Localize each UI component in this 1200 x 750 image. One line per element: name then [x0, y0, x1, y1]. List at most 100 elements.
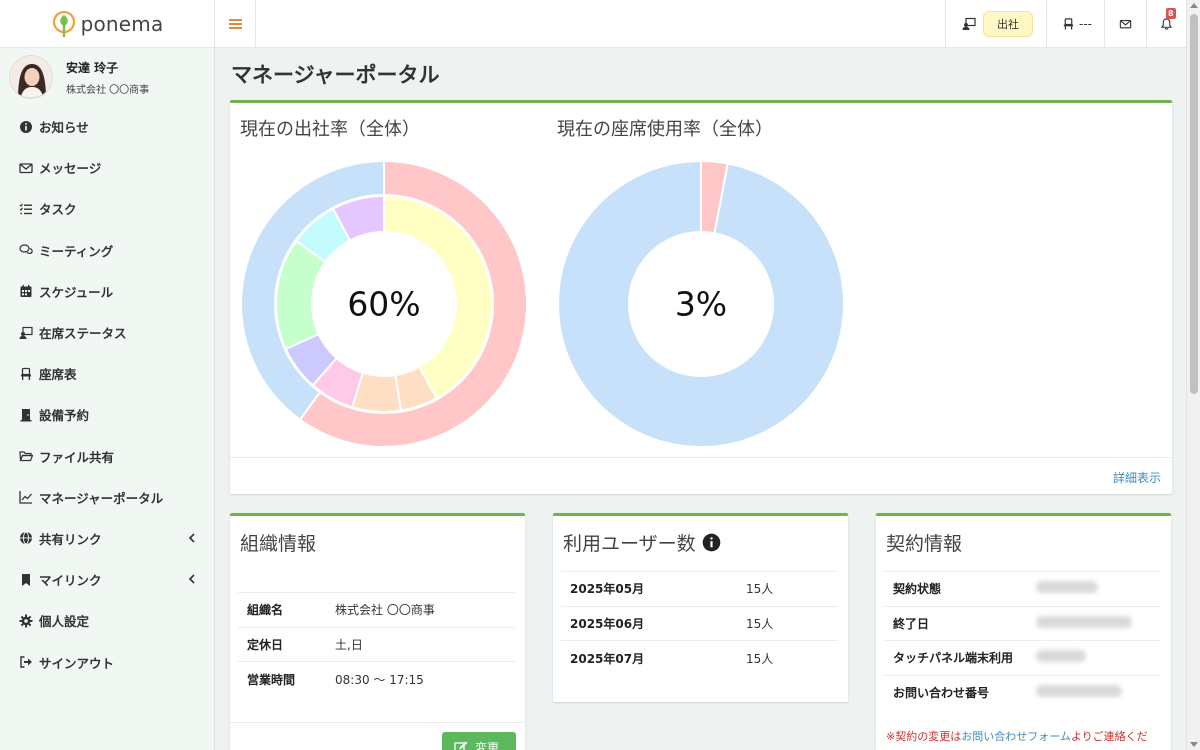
- detail-link[interactable]: 詳細表示: [1113, 469, 1161, 486]
- avatar: [9, 55, 53, 99]
- sidebar-item-seat-map[interactable]: 座席表: [0, 353, 214, 394]
- inquiry-form-link[interactable]: お問い合わせフォーム: [961, 730, 1071, 743]
- page-title: マネージャーポータル: [231, 63, 440, 87]
- calendar-icon: [19, 284, 33, 298]
- sidebar-nav: お知らせ メッセージ タスク ミーティング スケジュール 在席ステータス 座席表: [0, 106, 214, 683]
- ponema-logo-icon: [52, 10, 75, 37]
- folder-icon: [19, 449, 33, 463]
- presence-status-button[interactable]: 出社: [945, 0, 1046, 48]
- user-count-card: 利用ユーザー数 2025年05月 15人 2025年06月 15人 2025年0…: [553, 513, 848, 702]
- seat-status-button[interactable]: ---: [1046, 0, 1104, 48]
- org-info-table: 組織名 株式会社 〇〇商事 定休日 土,日 営業時間 08:30 〜 17:15: [238, 592, 515, 696]
- table-row: 2025年05月 15人: [561, 571, 838, 606]
- info-circle-icon[interactable]: [702, 533, 721, 552]
- sidebar-item-facility[interactable]: 設備予約: [0, 394, 214, 435]
- change-org-button[interactable]: 変更: [442, 732, 516, 750]
- sidebar-item-settings[interactable]: 個人設定: [0, 600, 214, 641]
- sidebar-item-tasks[interactable]: タスク: [0, 188, 214, 229]
- bell-icon: [1160, 18, 1173, 30]
- brand[interactable]: ponema: [0, 0, 214, 48]
- edit-icon: [454, 741, 468, 750]
- sidebar-item-files[interactable]: ファイル共有: [0, 436, 214, 477]
- sidebar-item-label: メッセージ: [39, 161, 102, 177]
- scrollbar-thumb[interactable]: [1190, 14, 1198, 394]
- notifications-button[interactable]: 8: [1146, 0, 1186, 48]
- end-date-value: [1036, 605, 1161, 641]
- sidebar-item-my-links[interactable]: マイリンク: [0, 559, 214, 600]
- hamburger-icon: [228, 19, 242, 29]
- table-row: 組織名 株式会社 〇〇商事: [238, 592, 515, 627]
- notification-count-badge: 8: [1166, 8, 1176, 19]
- contract-title: 契約情報: [886, 533, 963, 555]
- business-hours-value: 08:30 〜 17:15: [335, 661, 515, 696]
- change-button-label: 変更: [475, 740, 500, 750]
- sidebar-item-manager-portal[interactable]: マネージャーポータル: [0, 477, 214, 518]
- month-cell: 2025年06月: [561, 605, 746, 641]
- info-circle-icon: [19, 120, 33, 134]
- org-info-card: 組織情報 組織名 株式会社 〇〇商事 定休日 土,日 営業時間 08:30 〜 …: [230, 513, 525, 750]
- menu-toggle-button[interactable]: [215, 0, 256, 48]
- contract-change-note: ※契約の変更はお問い合わせフォームよりご連絡くだ: [886, 728, 1148, 744]
- end-date-label: 終了日: [884, 605, 1036, 641]
- table-row: 終了日: [884, 605, 1161, 641]
- bookmark-icon: [19, 573, 33, 587]
- sidebar-item-label: 在席ステータス: [39, 326, 127, 342]
- table-row: 営業時間 08:30 〜 17:15: [238, 661, 515, 696]
- table-row: 契約状態: [884, 571, 1161, 606]
- inquiry-number-label: お問い合わせ番号: [884, 674, 1036, 710]
- sidebar-item-sign-out[interactable]: サインアウト: [0, 641, 214, 682]
- org-name-value: 株式会社 〇〇商事: [335, 592, 515, 627]
- line-chart-icon: [19, 490, 33, 504]
- month-cell: 2025年05月: [561, 571, 746, 606]
- topbar: 出社 --- 8: [215, 0, 1186, 48]
- gear-icon: [19, 614, 33, 628]
- page-scrollbar[interactable]: [1186, 0, 1200, 750]
- list-check-icon: [19, 202, 33, 216]
- sidebar-item-meeting[interactable]: ミーティング: [0, 230, 214, 271]
- scroll-up-icon[interactable]: [1190, 3, 1198, 8]
- globe-icon: [19, 531, 33, 545]
- messages-button[interactable]: [1104, 0, 1146, 48]
- user-name: 安達 玲子: [66, 60, 119, 75]
- touch-panel-value: [1036, 640, 1161, 675]
- month-cell: 2025年07月: [561, 640, 746, 675]
- sidebar-item-schedule[interactable]: スケジュール: [0, 271, 214, 312]
- contract-table: 契約状態 終了日 タッチパネル端末利用 お問い合わせ番号: [884, 571, 1161, 710]
- chevron-left-icon: [188, 533, 195, 543]
- sidebar-item-shared-links[interactable]: 共有リンク: [0, 518, 214, 559]
- attendance-donut-chart: 60%: [240, 160, 528, 448]
- table-row: 定休日 土,日: [238, 626, 515, 662]
- charts-card: 現在の出社率（全体） 現在の座席使用率（全体） 60% 3% 詳細表示: [230, 100, 1172, 494]
- presence-icon: [19, 326, 33, 340]
- sidebar: ponema 安達 玲子 株式会社 〇〇商事 お知らせ メッセージ タスク ミー…: [0, 0, 215, 750]
- touch-panel-label: タッチパネル端末利用: [884, 640, 1036, 675]
- sidebar-item-label: スケジュール: [39, 284, 114, 300]
- status-badge: 出社: [983, 11, 1033, 37]
- count-cell: 15人: [746, 640, 838, 675]
- sidebar-item-messages[interactable]: メッセージ: [0, 147, 214, 188]
- scroll-down-icon[interactable]: [1190, 742, 1198, 747]
- contract-status-label: 契約状態: [884, 571, 1036, 606]
- seat-usage-chart-title: 現在の座席使用率（全体）: [557, 119, 773, 140]
- envelope-icon: [1119, 20, 1132, 29]
- door-icon: [19, 408, 33, 422]
- inquiry-number-value: [1036, 674, 1161, 710]
- sidebar-item-label: 設備予約: [39, 408, 90, 424]
- sidebar-item-label: マイリンク: [39, 573, 102, 589]
- table-row: 2025年06月 15人: [561, 605, 838, 641]
- seat-usage-donut-chart: 3%: [557, 160, 845, 448]
- table-row: お問い合わせ番号: [884, 674, 1161, 710]
- sidebar-item-notices[interactable]: お知らせ: [0, 106, 214, 147]
- seat-usage-center-label: 3%: [675, 285, 727, 324]
- sidebar-item-presence[interactable]: 在席ステータス: [0, 312, 214, 353]
- org-name-label: 組織名: [238, 592, 335, 627]
- user-panel[interactable]: 安達 玲子 株式会社 〇〇商事: [0, 48, 214, 106]
- count-cell: 15人: [746, 605, 838, 641]
- user-count-table: 2025年05月 15人 2025年06月 15人 2025年07月 15人: [561, 571, 838, 675]
- contract-status-value: [1036, 571, 1161, 606]
- sidebar-item-label: お知らせ: [39, 120, 89, 136]
- user-org: 株式会社 〇〇商事: [66, 84, 150, 96]
- user-count-title: 利用ユーザー数: [563, 529, 721, 556]
- sidebar-item-label: 座席表: [39, 367, 77, 383]
- charts-card-footer: 詳細表示: [230, 457, 1172, 494]
